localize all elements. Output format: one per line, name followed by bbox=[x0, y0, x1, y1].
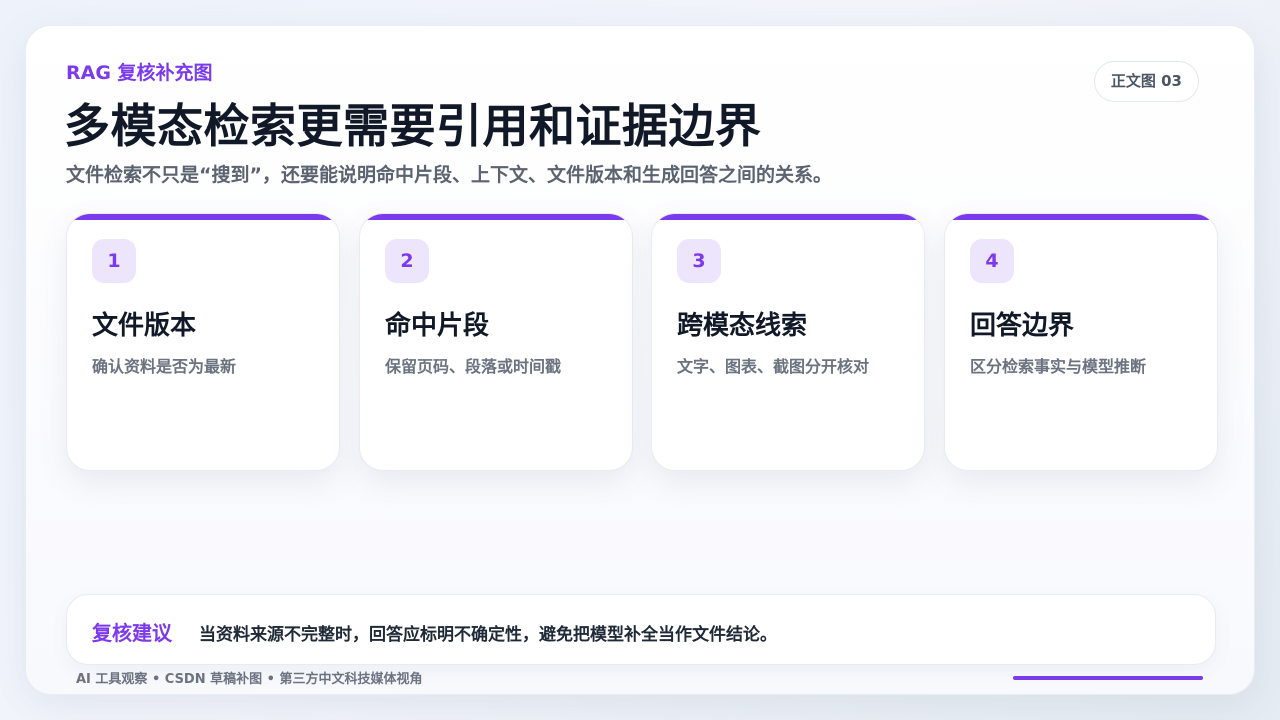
advice-label: 复核建议 bbox=[92, 621, 172, 645]
page-title: 多模态检索更需要引用和证据边界 bbox=[64, 99, 762, 153]
eyebrow-label: RAG 复核补充图 bbox=[66, 62, 213, 84]
advice-box: 复核建议 当资料来源不完整时，回答应标明不确定性，避免把模型补全当作文件结论。 bbox=[66, 594, 1216, 665]
card-title: 命中片段 bbox=[385, 311, 490, 341]
advice-text: 当资料来源不完整时，回答应标明不确定性，避免把模型补全当作文件结论。 bbox=[199, 625, 777, 645]
footer-credit: AI 工具观察 • CSDN 草稿补图 • 第三方中文科技媒体视角 bbox=[76, 672, 423, 687]
card-number-badge: 2 bbox=[385, 239, 429, 283]
card-description: 确认资料是否为最新 bbox=[92, 357, 237, 376]
card-number-badge: 3 bbox=[677, 239, 721, 283]
card-description: 区分检索事实与模型推断 bbox=[970, 357, 1147, 376]
card-number-badge: 4 bbox=[970, 239, 1014, 283]
card-title: 文件版本 bbox=[92, 311, 197, 341]
page-subtitle: 文件检索不只是“搜到”，还要能说明命中片段、上下文、文件版本和生成回答之间的关系… bbox=[66, 164, 832, 186]
card-file-version: 1 文件版本 确认资料是否为最新 bbox=[66, 213, 340, 471]
slide-panel: RAG 复核补充图 正文图 03 多模态检索更需要引用和证据边界 文件检索不只是… bbox=[25, 25, 1255, 695]
card-number-badge: 1 bbox=[92, 239, 136, 283]
card-description: 保留页码、段落或时间戳 bbox=[385, 357, 562, 376]
card-title: 回答边界 bbox=[970, 311, 1075, 341]
card-hit-snippet: 2 命中片段 保留页码、段落或时间戳 bbox=[359, 213, 633, 471]
card-title: 跨模态线索 bbox=[677, 311, 808, 341]
card-cross-modal-clues: 3 跨模态线索 文字、图表、截图分开核对 bbox=[651, 213, 925, 471]
card-description: 文字、图表、截图分开核对 bbox=[677, 357, 870, 376]
card-answer-boundary: 4 回答边界 区分检索事实与模型推断 bbox=[944, 213, 1218, 471]
footer-accent-bar bbox=[1013, 676, 1203, 680]
page-tag: 正文图 03 bbox=[1093, 61, 1199, 102]
